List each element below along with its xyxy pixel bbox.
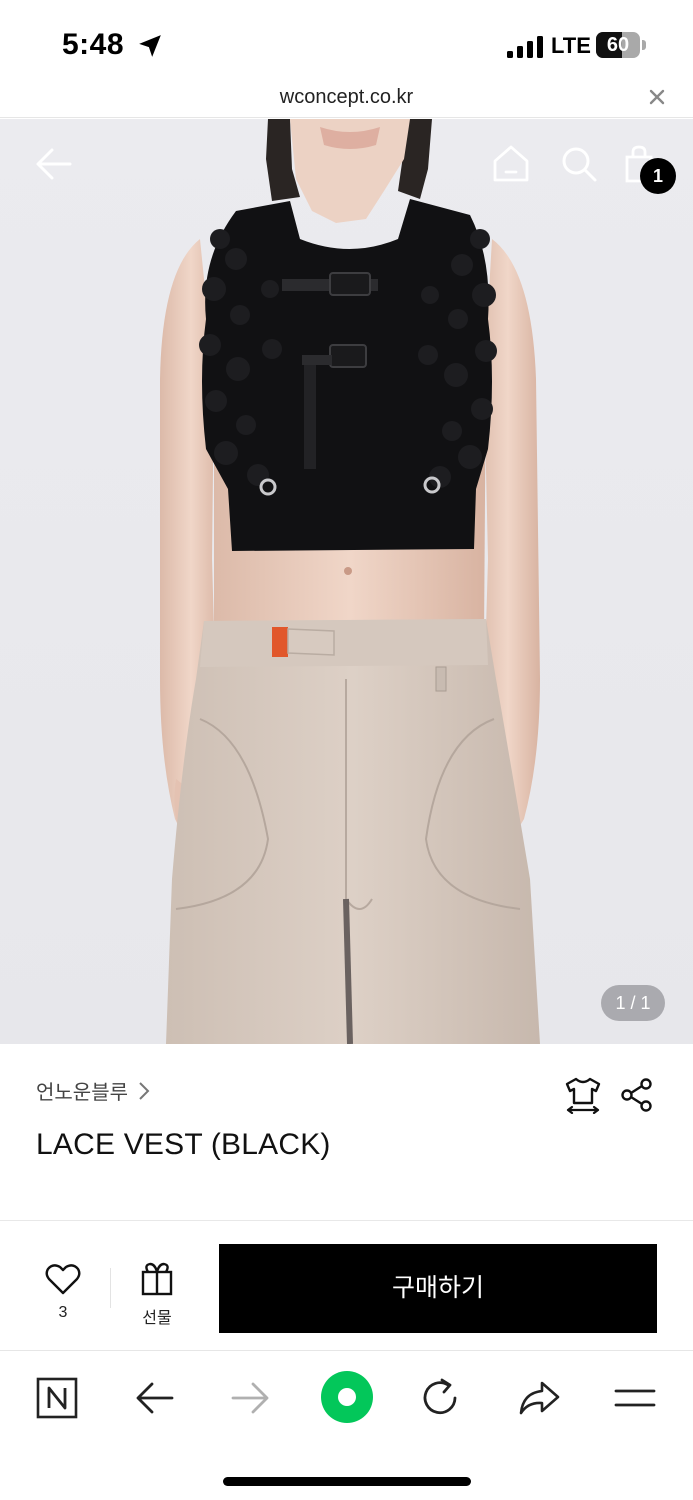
- heart-icon: [45, 1264, 81, 1295]
- signal-icon: [507, 36, 543, 58]
- chevron-right-icon: [139, 1081, 150, 1100]
- browser-toolbar: [0, 1350, 693, 1500]
- home-indicator: [223, 1477, 471, 1486]
- gift-button[interactable]: 선물: [124, 1262, 190, 1327]
- forward-arrow-icon[interactable]: [227, 1375, 273, 1421]
- buy-button[interactable]: 구매하기: [219, 1244, 657, 1333]
- home-icon[interactable]: [492, 143, 530, 183]
- close-icon[interactable]: [646, 86, 668, 108]
- battery-icon: 60: [596, 32, 646, 58]
- url-bar[interactable]: wconcept.co.kr: [0, 80, 693, 118]
- menu-icon[interactable]: [612, 1375, 658, 1421]
- naver-n-icon[interactable]: [34, 1375, 80, 1421]
- gift-label: 선물: [142, 1310, 172, 1327]
- image-counter: 1 / 1: [601, 985, 665, 1021]
- share-icon[interactable]: [620, 1078, 654, 1112]
- like-button[interactable]: 3: [30, 1262, 96, 1324]
- product-photo: [0, 119, 693, 1044]
- network-type: LTE: [551, 33, 591, 58]
- size-guide-icon[interactable]: [565, 1076, 601, 1114]
- battery-level: 60: [606, 34, 630, 56]
- green-dot-icon[interactable]: [319, 1369, 375, 1425]
- location-arrow-icon: [139, 35, 161, 57]
- brand-name[interactable]: 언노운블루: [36, 1076, 128, 1105]
- back-arrow-icon[interactable]: [132, 1375, 178, 1421]
- action-separator: [110, 1268, 111, 1308]
- brand-link[interactable]: 언노운블루: [36, 1076, 150, 1105]
- back-arrow-icon[interactable]: [34, 147, 74, 181]
- like-count: 3: [58, 1304, 68, 1321]
- search-icon[interactable]: [560, 145, 598, 183]
- cart-count-badge[interactable]: 1: [640, 158, 676, 194]
- refresh-icon[interactable]: [418, 1375, 464, 1421]
- divider: [0, 1220, 693, 1221]
- status-time: 5:48: [62, 28, 125, 61]
- product-image[interactable]: 1 / 1: [0, 119, 693, 1044]
- url-text[interactable]: wconcept.co.kr: [0, 86, 693, 109]
- status-bar: 5:48 LTE 60: [0, 0, 693, 88]
- gift-icon: [141, 1262, 173, 1296]
- product-title: LACE VEST (BLACK): [36, 1128, 331, 1161]
- share-arrow-icon[interactable]: [516, 1375, 562, 1421]
